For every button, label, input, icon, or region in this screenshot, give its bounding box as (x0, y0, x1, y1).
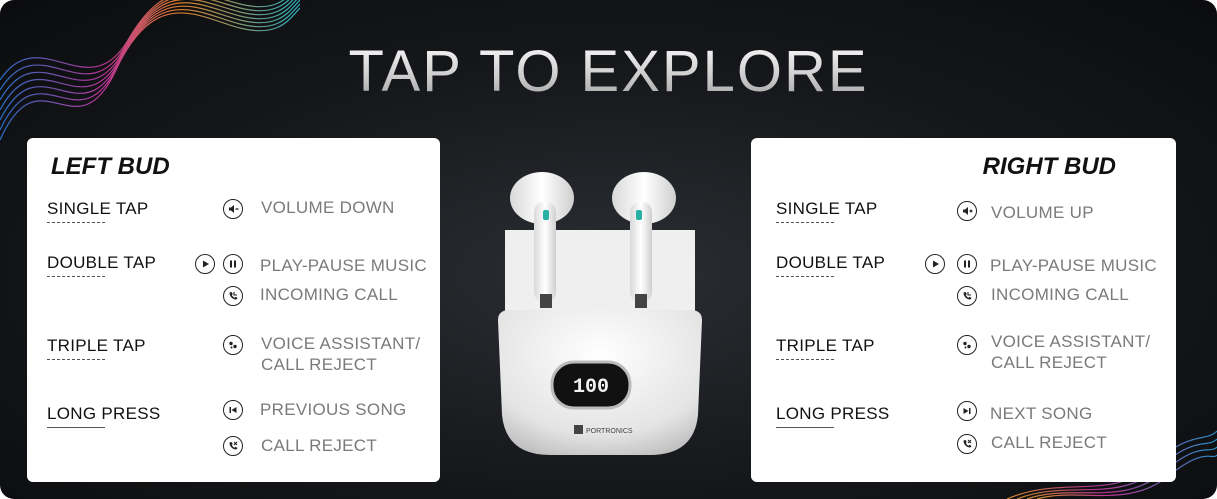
left-double-tap-label: DOUBLE TAP (47, 253, 157, 272)
divider (776, 222, 834, 223)
pause-icon (223, 254, 243, 274)
divider (47, 222, 105, 223)
right-bud-card: RIGHT BUD SINGLE TAP DOUBLE TAP TRIPLE T… (751, 138, 1176, 482)
left-double-tap-action: PLAY-PAUSE MUSIC (260, 256, 427, 275)
volume-up-icon (957, 201, 977, 221)
left-triple-tap-action-line2: CALL REJECT (261, 355, 378, 374)
case-display-value: 100 (573, 376, 609, 399)
right-double-tap-call-action: INCOMING CALL (991, 285, 1130, 304)
right-triple-tap-action: VOICE ASSISTANT/ (991, 332, 1151, 351)
right-long-press-label: LONG PRESS (776, 404, 890, 423)
pause-icon (957, 254, 977, 274)
left-triple-tap-action: VOICE ASSISTANT/ (261, 334, 421, 353)
right-triple-tap-label: TRIPLE TAP (776, 336, 875, 355)
right-double-tap-action: PLAY-PAUSE MUSIC (990, 256, 1157, 275)
divider (776, 276, 834, 277)
left-triple-tap-label: TRIPLE TAP (47, 336, 146, 355)
divider (47, 359, 105, 360)
call-reject-icon (957, 434, 977, 454)
next-song-icon (957, 401, 977, 421)
left-double-tap-call-action: INCOMING CALL (260, 285, 399, 304)
previous-song-icon (223, 400, 243, 420)
incoming-call-icon (223, 286, 243, 306)
divider (47, 276, 105, 277)
left-single-tap-label: SINGLE TAP (47, 199, 149, 218)
page-title: TAP TO EXPLORE (0, 38, 1217, 105)
left-long-press-action: PREVIOUS SONG (260, 400, 407, 419)
volume-down-icon (223, 199, 243, 219)
right-long-press-call-action: CALL REJECT (991, 433, 1108, 452)
left-bud-title: LEFT BUD (51, 153, 170, 180)
divider (47, 427, 105, 428)
play-icon (925, 254, 945, 274)
left-single-tap-action: VOLUME DOWN (261, 198, 395, 217)
right-single-tap-label: SINGLE TAP (776, 199, 878, 218)
voice-assistant-icon (957, 335, 977, 355)
play-icon (195, 254, 215, 274)
right-long-press-action: NEXT SONG (990, 404, 1093, 423)
incoming-call-icon (957, 286, 977, 306)
right-triple-tap-action-line2: CALL REJECT (991, 353, 1108, 372)
right-bud-title: RIGHT BUD (982, 153, 1116, 180)
right-single-tap-action: VOLUME UP (991, 203, 1094, 222)
left-long-press-call-action: CALL REJECT (261, 436, 378, 455)
divider (776, 427, 834, 428)
divider (776, 359, 834, 360)
left-long-press-label: LONG PRESS (47, 404, 161, 423)
banner: TAP TO EXPLORE LEFT BUD SINGLE TAP DOUBL… (0, 0, 1217, 499)
call-reject-icon (223, 436, 243, 456)
earbuds-case-image: 100 PORTRONICS (498, 172, 702, 455)
left-bud-card: LEFT BUD SINGLE TAP DOUBLE TAP TRIPLE TA… (27, 138, 440, 482)
brand-logo-text: PORTRONICS (586, 428, 633, 435)
right-double-tap-label: DOUBLE TAP (776, 253, 886, 272)
voice-assistant-icon (223, 335, 243, 355)
